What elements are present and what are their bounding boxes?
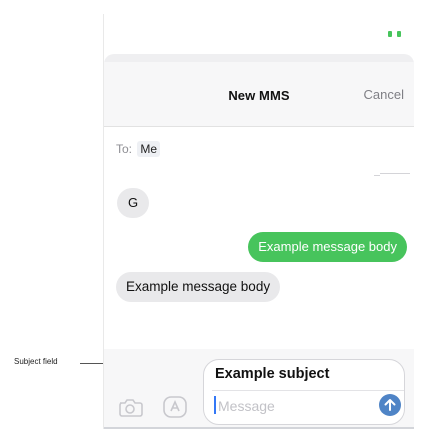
message-bubble-received[interactable]: Example message body (116, 272, 281, 302)
cancel-button[interactable]: Cancel (364, 87, 404, 102)
arrow-up-icon (384, 399, 396, 411)
to-label: To: (116, 142, 133, 156)
status-bar (104, 14, 414, 52)
subject-field-annotation-label: Subject field (14, 357, 58, 366)
message-bubble-sent[interactable]: Example message body (248, 232, 407, 262)
battery-icon (388, 31, 402, 37)
message-bubble-received[interactable]: G (117, 188, 149, 218)
phone-screen: New MMS Cancel To: Me G Example message … (103, 14, 414, 429)
subject-field[interactable]: Example subject (215, 366, 329, 382)
appstore-icon[interactable] (162, 395, 188, 419)
camera-icon[interactable] (117, 397, 143, 417)
text-caret (214, 396, 216, 414)
divider (380, 173, 410, 174)
message-input[interactable]: Message (218, 398, 275, 414)
divider (212, 390, 404, 391)
send-button[interactable] (379, 394, 401, 416)
navigation-bar: New MMS Cancel (104, 62, 414, 127)
to-field[interactable]: To: Me (116, 141, 161, 157)
compose-box: Example subject Message (203, 359, 405, 425)
divider (374, 175, 380, 176)
screenshot-canvas: Subject field New MMS Cancel To: Me G Ex… (0, 0, 434, 429)
recipient-chip[interactable]: Me (137, 141, 161, 157)
compose-bar: Example subject Message (104, 349, 414, 429)
